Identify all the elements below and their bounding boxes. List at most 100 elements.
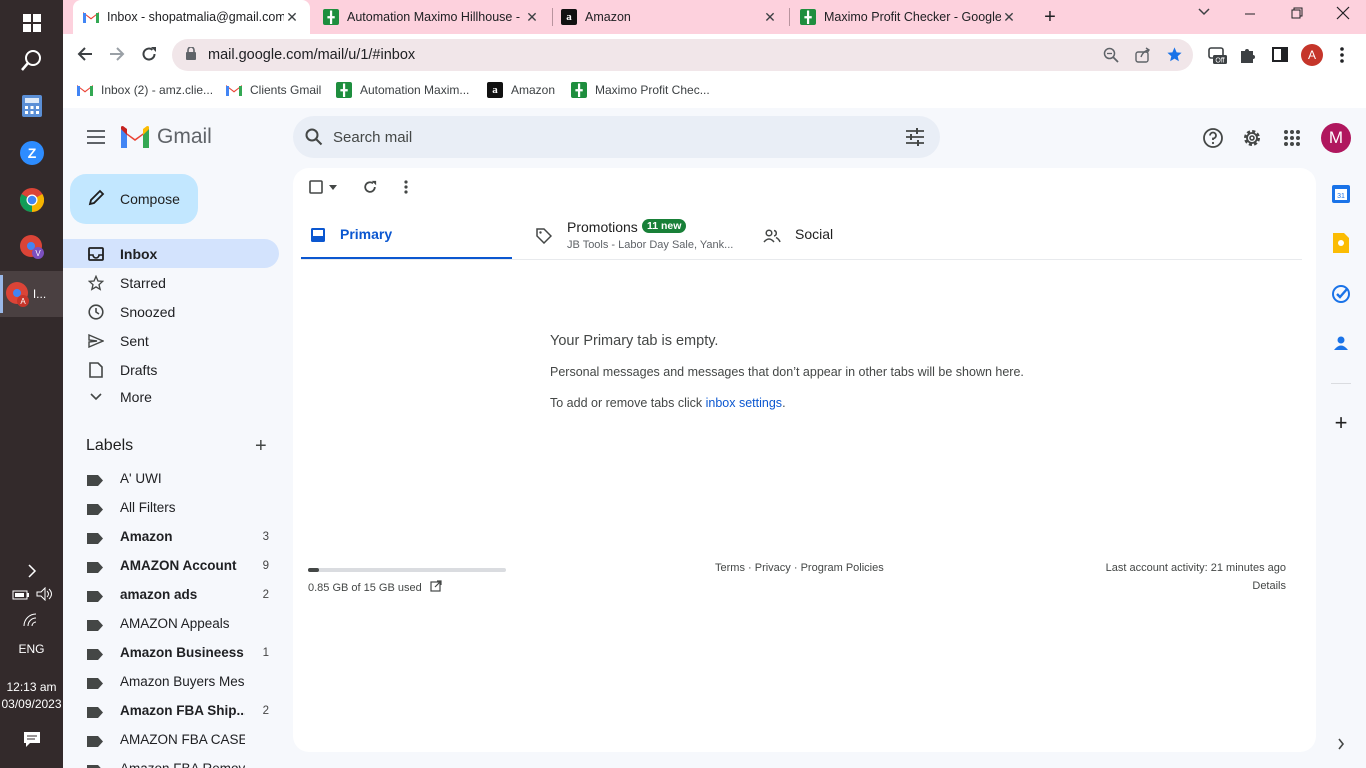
- sidebar-item-starred[interactable]: Starred: [63, 268, 279, 297]
- clock-time[interactable]: 12:13 am: [0, 680, 63, 694]
- restore-button[interactable]: [1290, 6, 1304, 25]
- profile-avatar[interactable]: A: [1301, 44, 1323, 66]
- close-window-button[interactable]: [1336, 6, 1350, 25]
- address-bar[interactable]: mail.google.com/mail/u/1/#inbox: [172, 39, 1193, 71]
- program-policies-link[interactable]: Program Policies: [801, 562, 884, 574]
- side-panel-icon[interactable]: [1272, 47, 1288, 67]
- bookmark-star-icon[interactable]: [1166, 46, 1183, 67]
- help-icon[interactable]: [1201, 126, 1225, 150]
- tab-promotions[interactable]: Promotions 11 new JB Tools - Labor Day S…: [528, 188, 733, 260]
- reload-icon[interactable]: [141, 46, 157, 67]
- forward-icon[interactable]: [109, 46, 125, 67]
- wifi-icon[interactable]: [23, 613, 39, 632]
- label-item[interactable]: Amazon 3: [63, 522, 279, 551]
- tab-automation[interactable]: ╋ Automation Maximo Hillhouse - ✕: [313, 0, 550, 34]
- gmail-logo[interactable]: Gmail: [121, 125, 212, 149]
- sidebar-item-sent[interactable]: Sent: [63, 326, 279, 355]
- windows-taskbar: Z V A I... ENG 12:13 am 03/09/2023: [0, 0, 63, 768]
- sidebar-item-more[interactable]: More: [63, 382, 279, 411]
- calendar-icon[interactable]: 31: [1331, 184, 1351, 204]
- label-name: All Filters: [120, 500, 176, 515]
- label-name: A' UWI: [120, 471, 162, 486]
- tab-title: Amazon: [585, 10, 631, 24]
- label-item[interactable]: AMAZON FBA CASE LOG: [63, 725, 279, 754]
- settings-gear-icon[interactable]: [1240, 126, 1264, 150]
- extensions-puzzle-icon[interactable]: [1239, 46, 1257, 69]
- search-icon[interactable]: [305, 128, 323, 151]
- keep-icon[interactable]: [1331, 233, 1351, 253]
- system-tray: [12, 586, 54, 605]
- label-item[interactable]: Amazon Buyers Message: [63, 667, 279, 696]
- sidebar-item-drafts[interactable]: Drafts: [63, 355, 279, 384]
- sidebar-item-inbox[interactable]: Inbox: [63, 239, 279, 268]
- expand-panel-chevron-icon[interactable]: [1331, 734, 1351, 754]
- promotions-snippet: JB Tools - Labor Day Sale, Yank...: [567, 239, 734, 251]
- search-input[interactable]: Search mail: [333, 129, 412, 146]
- share-icon[interactable]: [1135, 47, 1151, 67]
- zoom-icon[interactable]: [1103, 47, 1119, 67]
- bookmark-inbox[interactable]: Inbox (2) - amz.clie...: [77, 82, 213, 98]
- privacy-link[interactable]: Privacy: [755, 562, 791, 574]
- volume-icon[interactable]: [36, 586, 54, 605]
- close-icon[interactable]: ✕: [524, 9, 540, 26]
- search-icon[interactable]: [0, 37, 63, 83]
- label-item[interactable]: Amazon FBA Removal: [63, 754, 279, 768]
- bookmark-automation[interactable]: ╋ Automation Maxim...: [336, 82, 469, 98]
- contacts-icon[interactable]: [1331, 333, 1351, 353]
- tab-search-icon[interactable]: [1197, 6, 1211, 20]
- inbox-icon: [311, 228, 325, 245]
- apps-grid-icon[interactable]: [1280, 126, 1304, 150]
- bookmark-label: Amazon: [511, 83, 556, 97]
- minimize-button[interactable]: [1243, 6, 1257, 25]
- label-item[interactable]: amazon ads 2: [63, 580, 279, 609]
- tab-social-label: Social: [795, 226, 834, 242]
- language-indicator[interactable]: ENG: [0, 642, 63, 656]
- tab-profit-checker[interactable]: ╋ Maximo Profit Checker - Google ✕: [790, 0, 1027, 34]
- close-icon[interactable]: ✕: [1001, 9, 1017, 26]
- label-item[interactable]: AMAZON Appeals: [63, 609, 279, 638]
- bookmark-clients-gmail[interactable]: Clients Gmail: [226, 82, 321, 98]
- tab-inbox[interactable]: Inbox - shopatmalia@gmail.com ✕: [73, 0, 310, 34]
- lock-icon[interactable]: [186, 45, 200, 64]
- label-item[interactable]: AMAZON Account 9: [63, 551, 279, 580]
- battery-icon[interactable]: [12, 587, 30, 605]
- label-item[interactable]: All Filters: [63, 493, 279, 522]
- new-tab-button[interactable]: +: [1039, 6, 1061, 28]
- chrome-icon[interactable]: [0, 177, 63, 223]
- add-addon-button[interactable]: +: [1331, 410, 1351, 435]
- filter-options-icon[interactable]: [906, 128, 924, 151]
- calculator-icon[interactable]: [0, 83, 63, 129]
- activity-details-link[interactable]: Details: [1252, 580, 1286, 592]
- notifications-icon[interactable]: [0, 716, 63, 762]
- clock-date[interactable]: 03/09/2023: [0, 697, 63, 711]
- tab-amazon[interactable]: a Amazon ✕: [551, 0, 788, 34]
- terms-link[interactable]: Terms: [715, 562, 745, 574]
- chrome-profile-v-icon[interactable]: V: [0, 224, 63, 270]
- label-item[interactable]: Amazon FBA Ship... 2: [63, 696, 279, 725]
- back-icon[interactable]: [77, 46, 93, 67]
- tasks-icon[interactable]: [1331, 284, 1351, 304]
- label-item[interactable]: Amazon Busineess 1: [63, 638, 279, 667]
- tab-primary[interactable]: Primary: [301, 188, 512, 260]
- account-avatar[interactable]: M: [1321, 123, 1351, 153]
- add-label-button[interactable]: +: [255, 436, 267, 456]
- compose-button[interactable]: Compose: [70, 174, 198, 224]
- chrome-profile-a-icon[interactable]: A I...: [0, 271, 63, 317]
- url-text[interactable]: mail.google.com/mail/u/1/#inbox: [208, 47, 415, 63]
- tab-social[interactable]: Social: [759, 188, 959, 260]
- tab-promotions-label: Promotions: [567, 219, 638, 235]
- extension-off-icon[interactable]: Off: [1207, 44, 1229, 71]
- bookmark-profit-checker[interactable]: ╋ Maximo Profit Chec...: [571, 82, 710, 98]
- main-menu-icon[interactable]: [87, 130, 105, 149]
- open-external-icon[interactable]: [430, 580, 442, 595]
- label-item[interactable]: A' UWI: [63, 464, 279, 493]
- zoom-app-icon[interactable]: Z: [0, 130, 63, 176]
- inbox-settings-link[interactable]: inbox settings: [706, 396, 782, 410]
- label-tag-icon: [87, 503, 103, 515]
- close-icon[interactable]: ✕: [284, 9, 300, 26]
- bookmark-amazon[interactable]: a Amazon: [487, 82, 555, 98]
- close-icon[interactable]: ✕: [762, 9, 778, 26]
- sidebar-item-snoozed[interactable]: Snoozed: [63, 297, 279, 326]
- search-bar[interactable]: Search mail: [293, 116, 940, 158]
- more-vert-icon[interactable]: [1339, 46, 1345, 69]
